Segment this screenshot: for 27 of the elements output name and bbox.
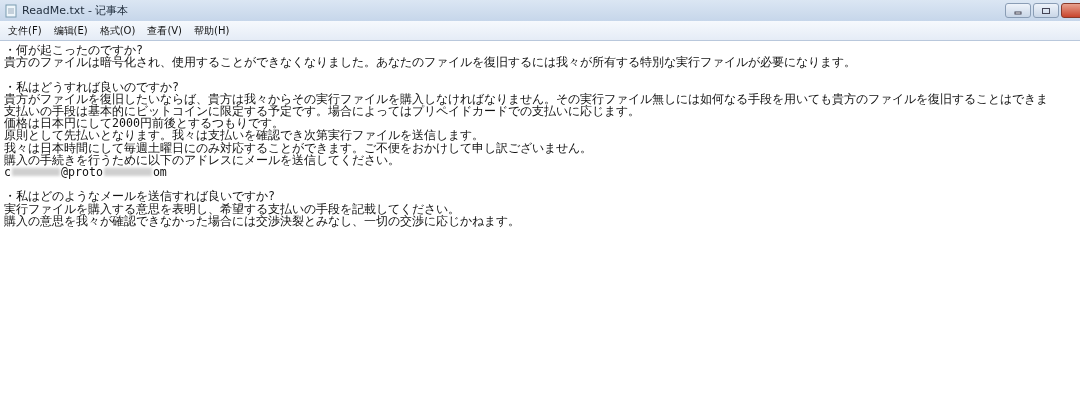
maximize-icon bbox=[1041, 6, 1051, 15]
email-text: @proto bbox=[61, 166, 103, 179]
menu-item[interactable]: 文件(F) bbox=[2, 21, 48, 40]
maximize-button[interactable] bbox=[1033, 3, 1059, 18]
text-line: 実行ファイルを購入する意思を表明し、希望する支払いの手段を記載してください。 bbox=[4, 202, 460, 215]
menu-item[interactable]: 帮助(H) bbox=[188, 21, 236, 40]
menu-item[interactable]: 编辑(E) bbox=[47, 21, 94, 40]
text-line: ・何が起こったのですか? bbox=[4, 44, 143, 57]
menu-item[interactable]: 格式(O) bbox=[93, 21, 142, 40]
text-line: 貴方がファイルを復旧したいならば、貴方は我々からその実行ファイルを購入しなければなりません。その実行ファイル無しには如何なる手段を用いても貴方のファイルを復旧することはできま bbox=[4, 92, 1048, 105]
email-text: c bbox=[4, 166, 11, 179]
text-line: ・私はどのようなメールを送信すれば良いですか? bbox=[4, 190, 275, 203]
text-line: 価格は日本円にして2000円前後とするつもりです。 bbox=[4, 117, 284, 130]
close-button[interactable] bbox=[1061, 3, 1080, 18]
text-line: 我々は日本時間にして毎週土曜日にのみ対応することができます。ご不便をおかけして申し訳ございません。 bbox=[4, 141, 592, 154]
redacted-blur bbox=[103, 168, 152, 177]
text-line: ・私はどうすれば良いのですか? bbox=[4, 80, 179, 93]
menu-item[interactable]: 查看(V) bbox=[141, 21, 189, 40]
email-text: om bbox=[152, 166, 167, 179]
text-line: 購入の手続きを行うために以下のアドレスにメールを送信してください。 bbox=[4, 153, 400, 166]
text-line: 支払いの手段は基本的にビットコインに限定する予定です。場合によってはプリペイドカードでの支払いに応じます。 bbox=[4, 105, 640, 118]
text-line: 貴方のファイルは暗号化され、使用することができなくなりました。あなたのファイルを復旧するには我々が所有する特別な実行ファイルが必要になります。 bbox=[4, 56, 856, 69]
text-line: 購入の意思を我々が確認できなかった場合には交渉決裂とみなし、一切の交渉に応じかねます。 bbox=[4, 214, 520, 227]
notepad-icon bbox=[5, 3, 17, 18]
redacted-blur bbox=[12, 168, 60, 177]
text-line: 原則として先払いとなります。我々は支払いを確認でき次第実行ファイルを送信します。 bbox=[4, 129, 484, 142]
window-title: ReadMe.txt - 记事本 bbox=[22, 3, 129, 18]
